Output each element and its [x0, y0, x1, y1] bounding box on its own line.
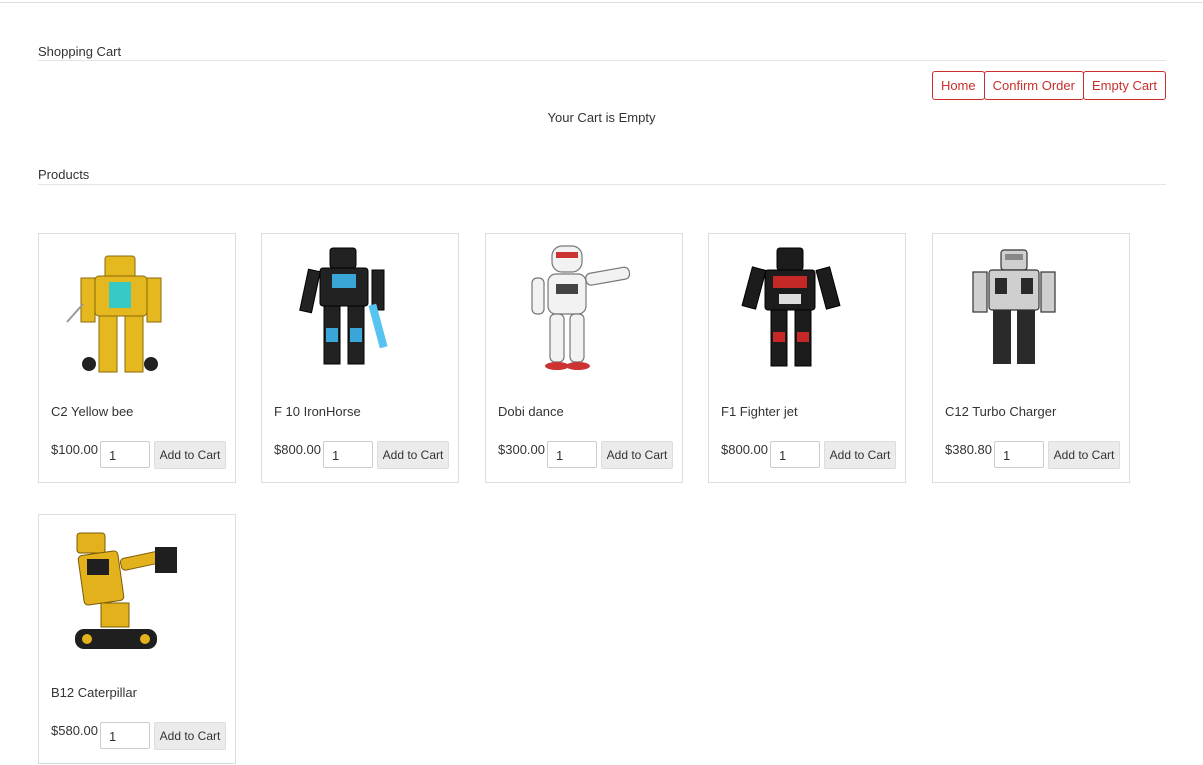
product-card: C2 Yellow bee $100.00 1 Add to Cart: [38, 233, 236, 483]
product-name: C12 Turbo Charger: [945, 404, 1057, 419]
product-name: C2 Yellow bee: [51, 404, 134, 419]
product-price: $800.00: [721, 442, 768, 457]
product-card: F 10 IronHorse $800.00 1 Add to Cart: [261, 233, 459, 483]
product-price: $800.00: [274, 442, 321, 457]
cart-actions: Home Confirm Order Empty Cart: [931, 71, 1166, 100]
quantity-input[interactable]: 1: [994, 441, 1044, 468]
product-price: $380.80: [945, 442, 992, 457]
product-name: Dobi dance: [498, 404, 564, 419]
add-to-cart-button[interactable]: Add to Cart: [824, 441, 896, 469]
confirm-order-button[interactable]: Confirm Order: [983, 71, 1084, 100]
products-section-title: Products: [38, 167, 90, 182]
product-price: $300.00: [498, 442, 545, 457]
gray-robot-image: [972, 249, 1056, 364]
yellow-robot-image: [66, 255, 162, 373]
product-price: $580.00: [51, 723, 98, 738]
product-card: F1 Fighter jet $800.00 1 Add to Cart: [708, 233, 906, 483]
product-name: F 10 IronHorse: [274, 404, 361, 419]
black-blue-robot-image: [299, 247, 388, 365]
cart-section-divider: [38, 60, 1166, 61]
add-to-cart-button[interactable]: Add to Cart: [377, 441, 449, 469]
product-name: B12 Caterpillar: [51, 685, 137, 700]
top-divider: [0, 2, 1203, 3]
quantity-input[interactable]: 1: [100, 722, 150, 749]
product-card: B12 Caterpillar $580.00 1 Add to Cart: [38, 514, 236, 764]
home-button[interactable]: Home: [931, 71, 985, 100]
product-price: $100.00: [51, 442, 98, 457]
quantity-input[interactable]: 1: [100, 441, 150, 468]
add-to-cart-button[interactable]: Add to Cart: [601, 441, 673, 469]
quantity-input[interactable]: 1: [323, 441, 373, 468]
white-robot-image: [531, 245, 631, 370]
add-to-cart-button[interactable]: Add to Cart: [154, 722, 226, 750]
product-card: C12 Turbo Charger $380.80 1 Add to Cart: [932, 233, 1130, 483]
add-to-cart-button[interactable]: Add to Cart: [154, 441, 226, 469]
add-to-cart-button[interactable]: Add to Cart: [1048, 441, 1120, 469]
cart-empty-message: Your Cart is Empty: [547, 110, 656, 125]
products-section-divider: [38, 184, 1166, 185]
product-card: Dobi dance $300.00 1 Add to Cart: [485, 233, 683, 483]
quantity-input[interactable]: 1: [547, 441, 597, 468]
caterpillar-robot-image: [75, 532, 177, 649]
product-name: F1 Fighter jet: [721, 404, 798, 419]
red-black-robot-image: [741, 247, 841, 367]
quantity-input[interactable]: 1: [770, 441, 820, 468]
cart-section-title: Shopping Cart: [38, 44, 122, 59]
empty-cart-button[interactable]: Empty Cart: [1082, 71, 1166, 100]
